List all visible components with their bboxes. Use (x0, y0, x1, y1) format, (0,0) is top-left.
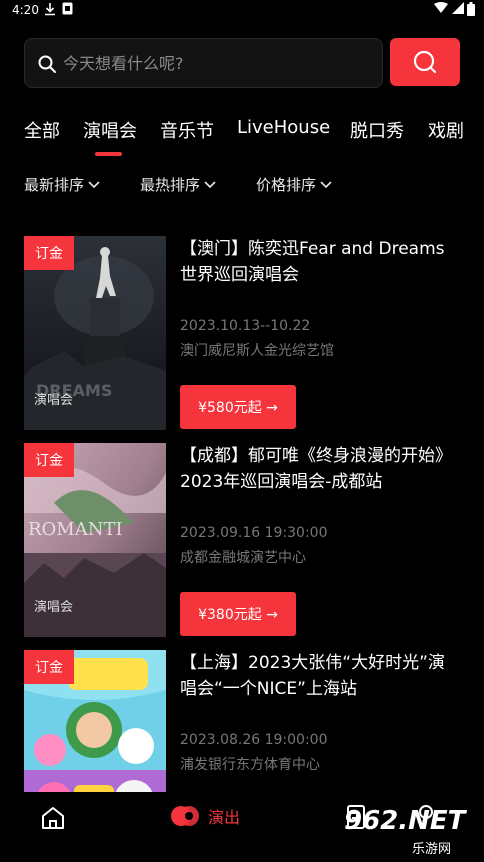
deposit-badge: 订金 (24, 236, 74, 270)
chevron-down-icon (88, 180, 100, 188)
sort-price[interactable]: 价格排序 (256, 174, 332, 195)
event-title[interactable]: 【上海】2023大张伟“大好时光”演唱会“一个NICE”上海站 (180, 650, 460, 702)
home-icon (42, 807, 64, 829)
signal-icon (452, 2, 464, 17)
event-date: 2023.10.13--10.22 (180, 318, 311, 334)
show-icon (171, 806, 199, 826)
nav-home[interactable] (40, 805, 66, 835)
tab-standup[interactable]: 脱口秀 (350, 117, 404, 143)
download-icon (44, 2, 56, 19)
sort-bar: 最新排序 最热排序 价格排序 (0, 174, 484, 198)
sim-icon (62, 2, 73, 18)
event-card[interactable]: ROMANTI 订金 演唱会 【成都】郁可唯《终身浪漫的开始》 2023年巡回演… (24, 443, 464, 643)
event-poster[interactable]: ROMANTI 订金 演唱会 (24, 443, 166, 637)
search-input[interactable] (63, 49, 363, 77)
svg-text:ROMANTI: ROMANTI (28, 519, 123, 540)
event-poster[interactable]: DREAMS 订金 演唱会 (24, 236, 166, 430)
status-time: 4:20 (12, 3, 39, 17)
search-bar[interactable] (24, 38, 383, 88)
nav-show[interactable]: 演出 (170, 804, 240, 828)
price-button[interactable]: ¥580元起 → (180, 385, 296, 429)
event-venue: 澳门威尼斯人金光综艺馆 (180, 343, 334, 359)
category-tabs: 全部 演唱会 音乐节 LiveHouse 脱口秀 戏剧 (0, 112, 484, 162)
event-title[interactable]: 【澳门】陈奕迅Fear and Dreams世界巡回演唱会 (180, 236, 460, 288)
event-card[interactable]: DREAMS 订金 演唱会 【澳门】陈奕迅Fear and Dreams世界巡回… (24, 236, 464, 436)
event-venue: 成都金融城演艺中心 (180, 550, 306, 566)
nav-show-label: 演出 (208, 808, 241, 827)
poster-category: 演唱会 (34, 600, 74, 615)
deposit-badge: 订金 (24, 443, 74, 477)
event-title[interactable]: 【成都】郁可唯《终身浪漫的开始》 2023年巡回演唱会-成都站 (180, 443, 460, 495)
price-button[interactable]: ¥380元起 → (180, 592, 296, 636)
event-venue: 浦发银行东方体育中心 (180, 757, 320, 773)
sort-latest-label: 最新排序 (24, 176, 85, 194)
sort-latest[interactable]: 最新排序 (24, 174, 100, 195)
sort-hottest-label: 最热排序 (140, 176, 201, 194)
tab-all[interactable]: 全部 (24, 117, 60, 143)
chevron-down-icon (204, 180, 216, 188)
tab-drama[interactable]: 戏剧 (428, 117, 464, 143)
poster-category: 演唱会 (34, 393, 74, 408)
wifi-icon (434, 2, 448, 17)
search-icon (413, 50, 437, 74)
event-date: 2023.08.26 19:00:00 (180, 732, 328, 748)
sort-hottest[interactable]: 最热排序 (140, 174, 216, 195)
sort-price-label: 价格排序 (256, 176, 317, 194)
tab-music-festival[interactable]: 音乐节 (160, 117, 214, 143)
watermark-logo: 962.NET (344, 806, 466, 836)
tab-livehouse[interactable]: LiveHouse (237, 117, 330, 138)
chevron-down-icon (320, 180, 332, 188)
watermark-subtitle: 乐游网 (412, 842, 452, 857)
active-tab-indicator (95, 152, 122, 156)
status-bar: 4:20 (0, 0, 484, 22)
battery-icon (467, 2, 475, 19)
search-button[interactable] (390, 38, 460, 86)
search-icon (38, 55, 56, 73)
tab-concert[interactable]: 演唱会 (83, 117, 137, 143)
deposit-badge: 订金 (24, 650, 74, 684)
event-date: 2023.09.16 19:30:00 (180, 525, 328, 541)
watermark: 962.NET 乐游网 (342, 806, 484, 862)
